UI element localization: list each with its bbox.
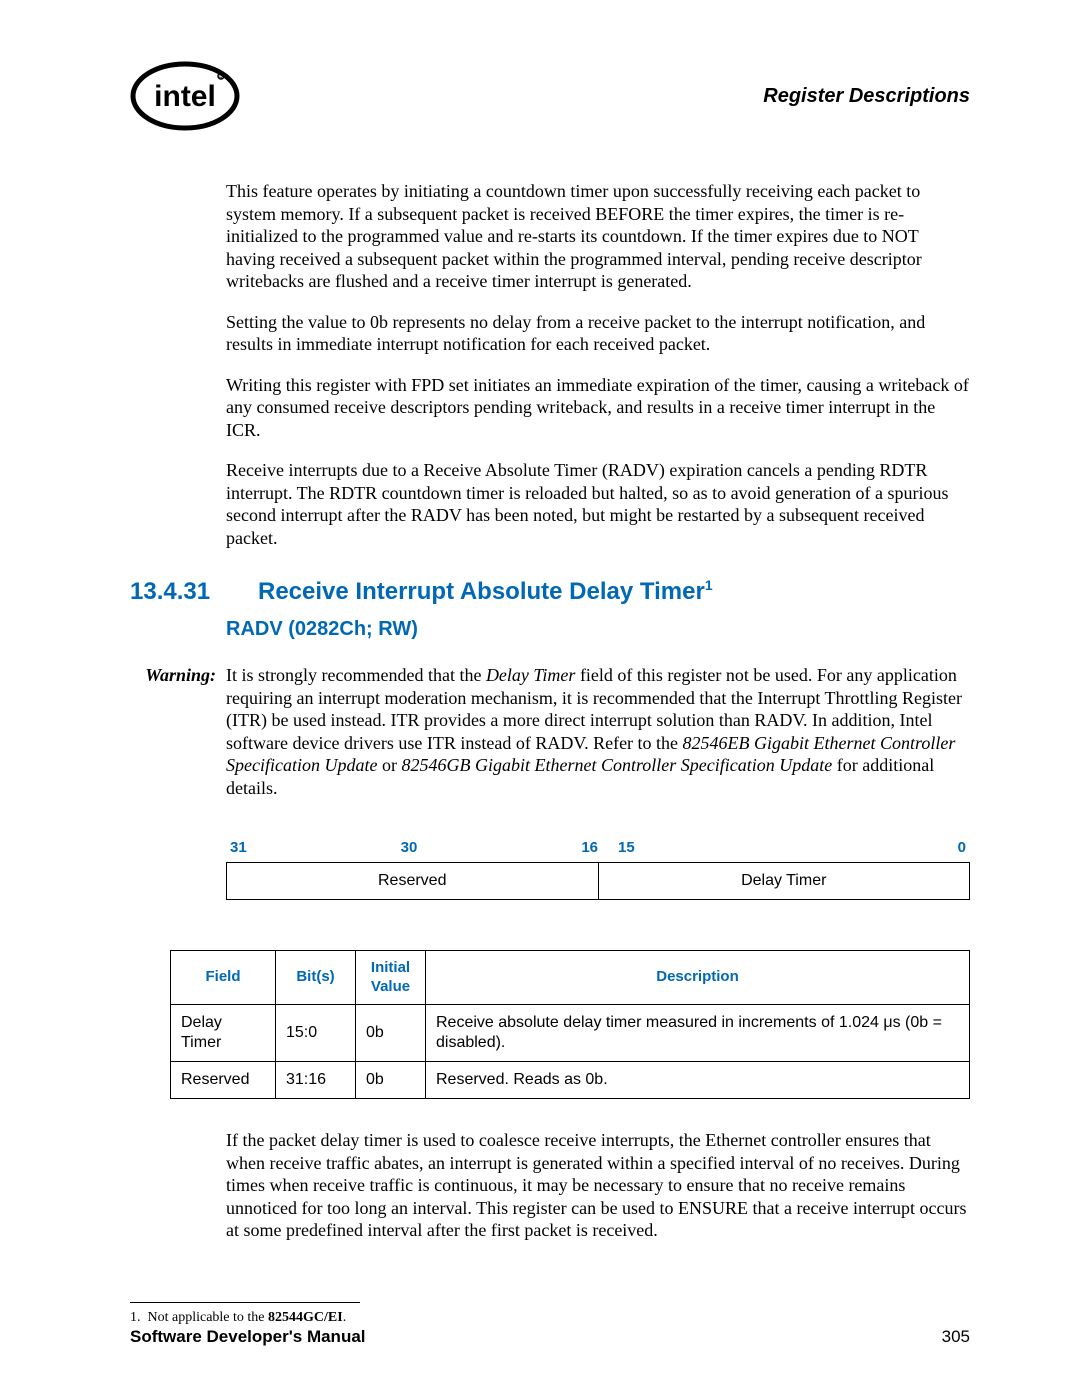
- th-initial: Initial Value: [356, 950, 426, 1005]
- th-desc: Description: [426, 950, 970, 1005]
- bit-reserved: Reserved: [227, 863, 598, 899]
- th-field: Field: [171, 950, 276, 1005]
- page: intel R Register Descriptions This featu…: [0, 0, 1080, 1397]
- table-header-row: Field Bit(s) Initial Value Description: [171, 950, 970, 1005]
- cell-field: Delay Timer: [171, 1005, 276, 1062]
- th-bits: Bit(s): [276, 950, 356, 1005]
- bit-box: Reserved Delay Timer: [226, 862, 970, 900]
- bit-16: 16: [581, 839, 598, 858]
- table-row: Delay Timer 15:0 0b Receive absolute del…: [171, 1005, 970, 1062]
- header-section-title: Register Descriptions: [763, 84, 970, 109]
- field-table: Field Bit(s) Initial Value Description D…: [170, 950, 970, 1100]
- warn-italic-1: Delay Timer: [486, 665, 576, 685]
- section-title: Receive Interrupt Absolute Delay Timer1: [258, 577, 713, 607]
- cell-desc: Receive absolute delay timer measured in…: [426, 1005, 970, 1062]
- cell-desc: Reserved. Reads as 0b.: [426, 1062, 970, 1099]
- footnote-marker: 1.: [130, 1310, 141, 1325]
- footer-page-number: 305: [942, 1326, 970, 1347]
- intro-para-4: Receive interrupts due to a Receive Abso…: [226, 459, 970, 549]
- intro-para-2: Setting the value to 0b represents no de…: [226, 311, 970, 356]
- warn-pre: It is strongly recommended that the: [226, 665, 486, 685]
- section-number: 13.4.31: [130, 577, 226, 607]
- warn-mid2: or: [377, 755, 401, 775]
- bit-0: 0: [958, 839, 970, 858]
- intro-para-3: Writing this register with FPD set initi…: [226, 374, 970, 442]
- closing-text: If the packet delay timer is used to coa…: [226, 1129, 970, 1242]
- bit-diagram: 31 30 16 15 0 Reserved Delay Timer: [226, 839, 970, 900]
- section-heading: 13.4.31 Receive Interrupt Absolute Delay…: [130, 577, 970, 607]
- section-title-text: Receive Interrupt Absolute Delay Timer: [258, 578, 705, 605]
- intel-logo: intel R: [130, 60, 240, 132]
- bit-labels: 31 30 16 15 0: [226, 839, 970, 858]
- warning-label: Warning:: [130, 664, 226, 799]
- footnote-rule: [130, 1302, 360, 1303]
- intro-para-1: This feature operates by initiating a co…: [226, 180, 970, 293]
- section-superscript: 1: [705, 577, 713, 593]
- closing-para: If the packet delay timer is used to coa…: [226, 1129, 970, 1242]
- page-header: intel R Register Descriptions: [130, 60, 970, 132]
- footnote-pre: Not applicable to the: [148, 1310, 269, 1325]
- svg-text:intel: intel: [154, 80, 216, 113]
- svg-text:R: R: [219, 75, 223, 81]
- cell-initial: 0b: [356, 1005, 426, 1062]
- bit-15: 15: [598, 839, 635, 858]
- footnote-post: .: [343, 1310, 347, 1325]
- warning-block: Warning: It is strongly recommended that…: [130, 664, 970, 799]
- warning-text: It is strongly recommended that the Dela…: [226, 664, 970, 799]
- cell-bits: 31:16: [276, 1062, 356, 1099]
- section-subtitle: RADV (0282Ch; RW): [226, 617, 970, 642]
- bit-31: 31: [226, 839, 247, 858]
- page-footer: Software Developer's Manual 305: [130, 1326, 970, 1347]
- cell-field: Reserved: [171, 1062, 276, 1099]
- intro-text: This feature operates by initiating a co…: [226, 180, 970, 549]
- bit-delay-timer: Delay Timer: [598, 863, 970, 899]
- footer-manual: Software Developer's Manual: [130, 1326, 366, 1347]
- table-row: Reserved 31:16 0b Reserved. Reads as 0b.: [171, 1062, 970, 1099]
- cell-bits: 15:0: [276, 1005, 356, 1062]
- footnote-bold: 82544GC/EI: [268, 1310, 343, 1325]
- warn-italic-3: 82546GB Gigabit Ethernet Controller Spec…: [401, 755, 832, 775]
- cell-initial: 0b: [356, 1062, 426, 1099]
- bit-30: 30: [401, 839, 418, 858]
- footnote: 1. Not applicable to the 82544GC/EI.: [130, 1309, 970, 1327]
- field-table-wrap: Field Bit(s) Initial Value Description D…: [170, 950, 970, 1100]
